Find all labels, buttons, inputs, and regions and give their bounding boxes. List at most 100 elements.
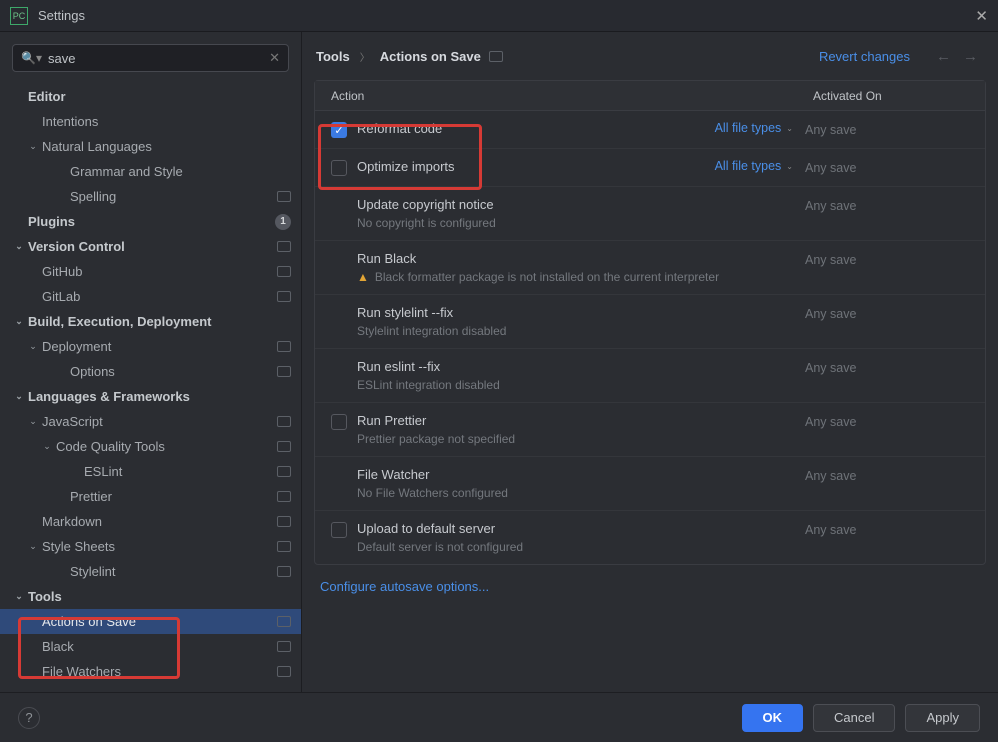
tree-item-label: ESLint	[84, 464, 271, 479]
nav-back-icon[interactable]: ←	[936, 48, 951, 65]
tree-item-natural-languages[interactable]: ⌄Natural Languages	[0, 134, 301, 159]
file-types-dropdown[interactable]: All file types⌄	[715, 159, 793, 173]
apply-button[interactable]: Apply	[905, 704, 980, 732]
chevron-down-icon: ⌄	[12, 316, 26, 327]
column-header-action: Action	[315, 89, 805, 103]
configure-autosave-link[interactable]: Configure autosave options...	[320, 579, 489, 594]
tree-item-prettier[interactable]: Prettier	[0, 484, 301, 509]
close-icon[interactable]: ✕	[975, 7, 988, 25]
action-subtitle: ▲Black formatter package is not installe…	[357, 270, 719, 284]
activated-on-value: Any save	[805, 197, 985, 230]
project-scope-icon	[277, 191, 291, 202]
tree-item-label: Languages & Frameworks	[28, 389, 291, 404]
breadcrumb-current: Actions on Save	[380, 49, 481, 64]
tree-item-label: Markdown	[42, 514, 271, 529]
action-row: Run Black▲Black formatter package is not…	[315, 241, 985, 295]
action-row: Run stylelint --fixStylelint integration…	[315, 295, 985, 349]
dialog-footer: ? OK Cancel Apply	[0, 692, 998, 742]
search-input[interactable]: 🔍▾ save ✕	[12, 44, 289, 72]
action-checkbox[interactable]	[331, 160, 347, 176]
action-title: File Watcher	[357, 467, 508, 482]
action-title: Reformat code	[357, 121, 442, 136]
tree-item-grammar-and-style[interactable]: Grammar and Style	[0, 159, 301, 184]
project-scope-icon	[277, 291, 291, 302]
tree-item-label: Stylelint	[70, 564, 271, 579]
tree-item-version-control[interactable]: ⌄Version Control	[0, 234, 301, 259]
tree-item-gitlab[interactable]: GitLab	[0, 284, 301, 309]
activated-on-value: Any save	[805, 159, 985, 176]
tree-item-javascript[interactable]: ⌄JavaScript	[0, 409, 301, 434]
project-scope-icon	[277, 366, 291, 377]
activated-on-value: Any save	[805, 521, 985, 554]
action-subtitle: ESLint integration disabled	[357, 378, 500, 392]
main-panel: Tools 〉 Actions on Save Revert changes ←…	[302, 32, 998, 692]
tree-item-plugins[interactable]: Plugins1	[0, 209, 301, 234]
tree-item-file-watchers[interactable]: File Watchers	[0, 659, 301, 684]
tree-item-black[interactable]: Black	[0, 634, 301, 659]
actions-table: Action Activated On ✓ Reformat code All fi…	[314, 80, 986, 565]
tree-item-tools[interactable]: ⌄Tools	[0, 584, 301, 609]
action-row: Optimize importsAll file types⌄Any save	[315, 149, 985, 187]
nav-forward-icon[interactable]: →	[963, 48, 978, 65]
tree-item-label: Options	[70, 364, 271, 379]
tree-item-label: Spelling	[70, 189, 271, 204]
count-badge: 1	[275, 214, 291, 230]
column-header-activated: Activated On	[805, 89, 985, 103]
project-scope-icon	[277, 416, 291, 427]
chevron-down-icon: ⌄	[26, 416, 40, 427]
action-row: Upload to default serverDefault server i…	[315, 511, 985, 564]
tree-item-spelling[interactable]: Spelling	[0, 184, 301, 209]
tree-item-label: Deployment	[42, 339, 271, 354]
activated-on-value: Any save	[805, 121, 985, 138]
project-scope-icon	[489, 51, 503, 62]
action-checkbox[interactable]	[331, 522, 347, 538]
help-icon[interactable]: ?	[18, 707, 40, 729]
breadcrumb-root[interactable]: Tools	[316, 49, 350, 64]
tree-item-deployment[interactable]: ⌄Deployment	[0, 334, 301, 359]
tree-item-label: File Watchers	[42, 664, 271, 679]
tree-item-build-execution-deployment[interactable]: ⌄Build, Execution, Deployment	[0, 309, 301, 334]
action-row: ✓ Reformat code All file types⌄ Any save	[315, 111, 985, 149]
tree-item-intentions[interactable]: Intentions	[0, 109, 301, 134]
chevron-down-icon: ⌄	[40, 441, 54, 452]
project-scope-icon	[277, 491, 291, 502]
project-scope-icon	[277, 241, 291, 252]
tree-item-label: Tools	[28, 589, 291, 604]
project-scope-icon	[277, 616, 291, 627]
cancel-button[interactable]: Cancel	[813, 704, 895, 732]
chevron-right-icon: 〉	[360, 49, 370, 64]
tree-item-languages-frameworks[interactable]: ⌄Languages & Frameworks	[0, 384, 301, 409]
tree-item-code-quality-tools[interactable]: ⌄Code Quality Tools	[0, 434, 301, 459]
breadcrumb: Tools 〉 Actions on Save	[316, 49, 503, 64]
tree-item-eslint[interactable]: ESLint	[0, 459, 301, 484]
revert-changes-link[interactable]: Revert changes	[819, 49, 910, 64]
clear-search-icon[interactable]: ✕	[269, 50, 280, 66]
titlebar: PC Settings ✕	[0, 0, 998, 32]
project-scope-icon	[277, 666, 291, 677]
tree-item-label: GitHub	[42, 264, 271, 279]
action-checkbox[interactable]	[331, 414, 347, 430]
tree-item-github[interactable]: GitHub	[0, 259, 301, 284]
ok-button[interactable]: OK	[742, 704, 804, 732]
activated-on-value: Any save	[805, 305, 985, 338]
tree-item-style-sheets[interactable]: ⌄Style Sheets	[0, 534, 301, 559]
chevron-down-icon: ⌄	[786, 162, 793, 171]
tree-item-stylelint[interactable]: Stylelint	[0, 559, 301, 584]
tree-item-options[interactable]: Options	[0, 359, 301, 384]
chevron-down-icon: ⌄	[26, 141, 40, 152]
action-title: Run stylelint --fix	[357, 305, 506, 320]
chevron-down-icon: ⌄	[26, 341, 40, 352]
action-subtitle: Prettier package not specified	[357, 432, 515, 446]
tree-item-label: Version Control	[28, 239, 271, 254]
tree-item-editor[interactable]: Editor	[0, 84, 301, 109]
tree-item-label: JavaScript	[42, 414, 271, 429]
tree-item-actions-on-save[interactable]: Actions on Save	[0, 609, 301, 634]
chevron-down-icon: ⌄	[12, 391, 26, 402]
action-row: Run PrettierPrettier package not specifi…	[315, 403, 985, 457]
tree-item-markdown[interactable]: Markdown	[0, 509, 301, 534]
project-scope-icon	[277, 266, 291, 277]
file-types-dropdown[interactable]: All file types⌄	[715, 121, 793, 135]
action-subtitle: No copyright is configured	[357, 216, 496, 230]
action-checkbox[interactable]: ✓	[331, 122, 347, 138]
tree-item-label: Build, Execution, Deployment	[28, 314, 291, 329]
